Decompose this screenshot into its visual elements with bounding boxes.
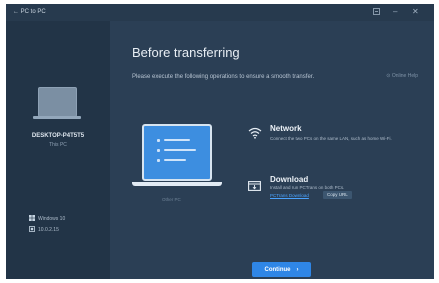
- continue-button[interactable]: Continue ›: [252, 262, 311, 277]
- page-title: Before transferring: [132, 45, 240, 60]
- network-step-text: Connect the two PCs on the same LAN, suc…: [270, 136, 392, 141]
- os-name: Windows 10: [38, 216, 66, 222]
- pc-subtitle: This PC: [49, 142, 67, 148]
- wifi-icon: [248, 126, 262, 144]
- title-bar: ← PC to PC – ✕: [6, 4, 434, 21]
- list-dot: [157, 139, 160, 142]
- disk-icon: [29, 226, 35, 234]
- download-step-title: Download: [270, 175, 309, 184]
- version-row: 10.0.2.15: [29, 226, 59, 234]
- settings-icon[interactable]: [373, 8, 380, 17]
- this-pc-laptop-icon: [38, 87, 77, 117]
- other-pc-laptop-illustration: [142, 124, 212, 181]
- pctrans-download-link[interactable]: PCTrans Download: [270, 193, 309, 198]
- chevron-right-icon: ›: [296, 266, 299, 273]
- laptop-base-illustration: [132, 182, 222, 186]
- sidebar: DESKTOP-P4T5T5 This PC Windows 10 10.0.2…: [6, 21, 110, 279]
- pc-name: DESKTOP-P4T5T5: [31, 133, 85, 139]
- download-icon: [248, 178, 261, 196]
- back-arrow-icon: ←: [13, 9, 19, 15]
- list-dot: [157, 149, 160, 152]
- copy-url-button[interactable]: Copy URL: [323, 191, 352, 199]
- windows-icon: [29, 215, 35, 223]
- list-dot: [157, 159, 160, 162]
- main-panel: Before transferring Please execute the f…: [110, 21, 434, 279]
- online-help-link[interactable]: ⊙ Online Help: [386, 73, 418, 79]
- app-window: ← PC to PC – ✕ DESKTOP-P4T5T5 This PC Wi…: [6, 4, 434, 279]
- back-button[interactable]: ← PC to PC: [13, 9, 46, 15]
- list-line: [164, 139, 190, 141]
- minimize-icon[interactable]: –: [393, 8, 397, 16]
- page-subtitle: Please execute the following operations …: [132, 74, 315, 80]
- os-row: Windows 10: [29, 215, 65, 223]
- laptop-base: [33, 116, 81, 119]
- list-line: [164, 149, 196, 151]
- window-title: PC to PC: [20, 9, 46, 15]
- network-step-title: Network: [270, 124, 302, 133]
- continue-label: Continue: [264, 266, 291, 273]
- list-line: [164, 159, 186, 161]
- help-icon: ⊙: [386, 73, 391, 79]
- online-help-label: Online Help: [391, 73, 418, 79]
- version-text: 10.0.2.15: [38, 227, 59, 233]
- close-icon[interactable]: ✕: [412, 8, 419, 16]
- other-pc-label: Other PC: [162, 197, 181, 202]
